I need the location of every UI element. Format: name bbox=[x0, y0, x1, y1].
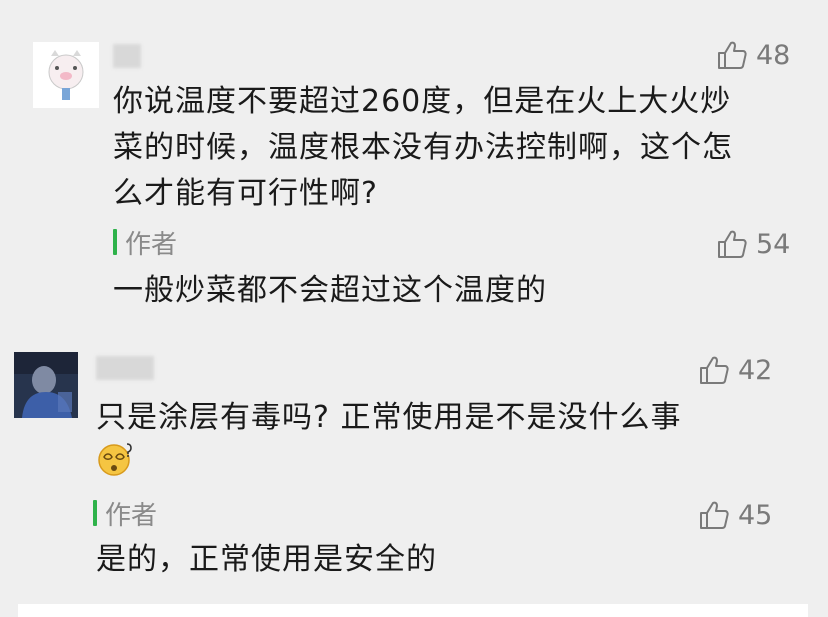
author-label: 作者 bbox=[125, 229, 178, 260]
username-blurred bbox=[113, 44, 141, 68]
comment-text-line: 菜的时候，温度根本没有办法控制啊，这个怎 bbox=[113, 130, 733, 165]
comment-text-line: 你说温度不要超过260度，但是在火上大火炒 bbox=[113, 84, 732, 119]
author-reply-text: 是的，正常使用是安全的 bbox=[96, 542, 437, 577]
dizzy-face-icon bbox=[98, 443, 132, 476]
comment-text-line: 么才能有可行性啊? bbox=[113, 176, 378, 211]
username-blurred bbox=[96, 356, 154, 380]
thumbs-up-icon bbox=[700, 356, 729, 384]
thumbs-up-icon bbox=[718, 230, 747, 258]
like-count: 48 bbox=[756, 39, 791, 71]
comment-text: 只是涂层有毒吗? 正常使用是不是没什么事 bbox=[96, 400, 682, 435]
dizzy-face-emoji bbox=[96, 441, 136, 477]
author-bar bbox=[93, 500, 97, 526]
like-count: 45 bbox=[738, 499, 773, 531]
author-reply-label: 作者 bbox=[113, 225, 178, 260]
avatar-photo-icon bbox=[14, 352, 78, 418]
author-reply-label: 作者 bbox=[93, 496, 158, 531]
author-label: 作者 bbox=[105, 500, 158, 531]
thumbs-up-icon bbox=[718, 41, 747, 69]
author-bar bbox=[113, 229, 117, 255]
author-reply-text: 一般炒菜都不会超过这个温度的 bbox=[113, 273, 547, 308]
comment-like-button[interactable]: 42 bbox=[698, 353, 772, 387]
comment-text: 你说温度不要超过260度，但是在火上大火炒 菜的时候，温度根本没有办法控制啊，这… bbox=[113, 79, 733, 217]
avatar[interactable] bbox=[14, 352, 78, 418]
thumbs-up-icon bbox=[700, 501, 729, 529]
like-count: 54 bbox=[756, 228, 791, 260]
like-count: 42 bbox=[738, 354, 773, 386]
next-card-edge bbox=[18, 604, 808, 617]
reply-like-button[interactable]: 54 bbox=[716, 227, 790, 261]
avatar[interactable] bbox=[33, 42, 99, 108]
avatar-pig-icon bbox=[33, 42, 99, 108]
reply-like-button[interactable]: 45 bbox=[698, 498, 772, 532]
comment-like-button[interactable]: 48 bbox=[716, 38, 790, 72]
